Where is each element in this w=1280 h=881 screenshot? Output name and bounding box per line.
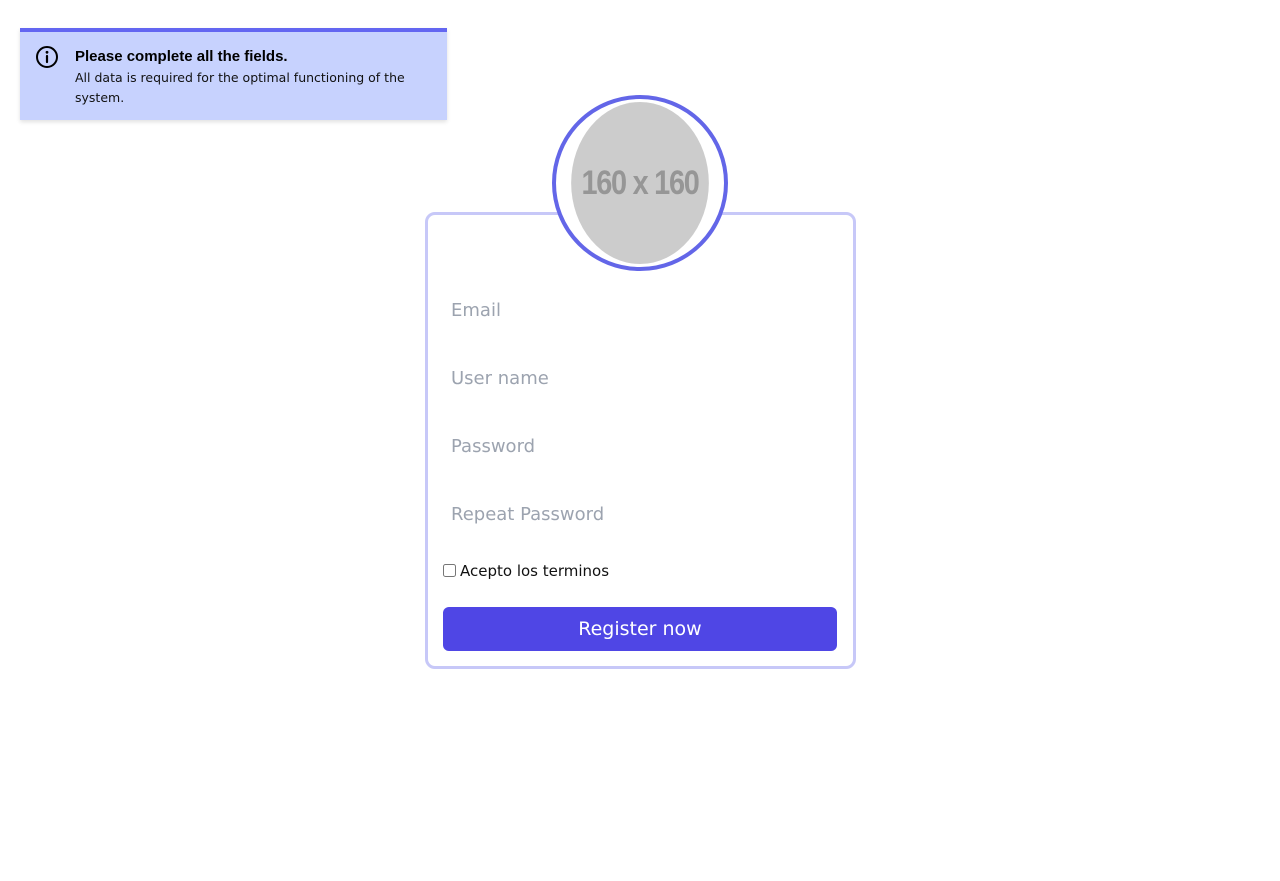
terms-label: Acepto los terminos bbox=[460, 562, 610, 580]
repeat-password-field[interactable] bbox=[443, 492, 838, 536]
avatar[interactable]: 160 x 160 bbox=[552, 95, 728, 271]
password-field[interactable] bbox=[443, 424, 838, 468]
terms-checkbox[interactable] bbox=[443, 563, 456, 577]
username-field[interactable] bbox=[443, 356, 838, 400]
email-field[interactable] bbox=[443, 288, 838, 332]
alert-message: All data is required for the optimal fun… bbox=[75, 70, 405, 105]
info-circle-icon bbox=[36, 46, 58, 68]
terms-row[interactable]: Acepto los terminos bbox=[443, 562, 609, 580]
info-alert: Please complete all the fields. All data… bbox=[20, 28, 447, 120]
register-button[interactable]: Register now bbox=[443, 607, 837, 651]
alert-title: Please complete all the fields. bbox=[75, 48, 288, 65]
avatar-placeholder: 160 x 160 bbox=[571, 102, 709, 264]
